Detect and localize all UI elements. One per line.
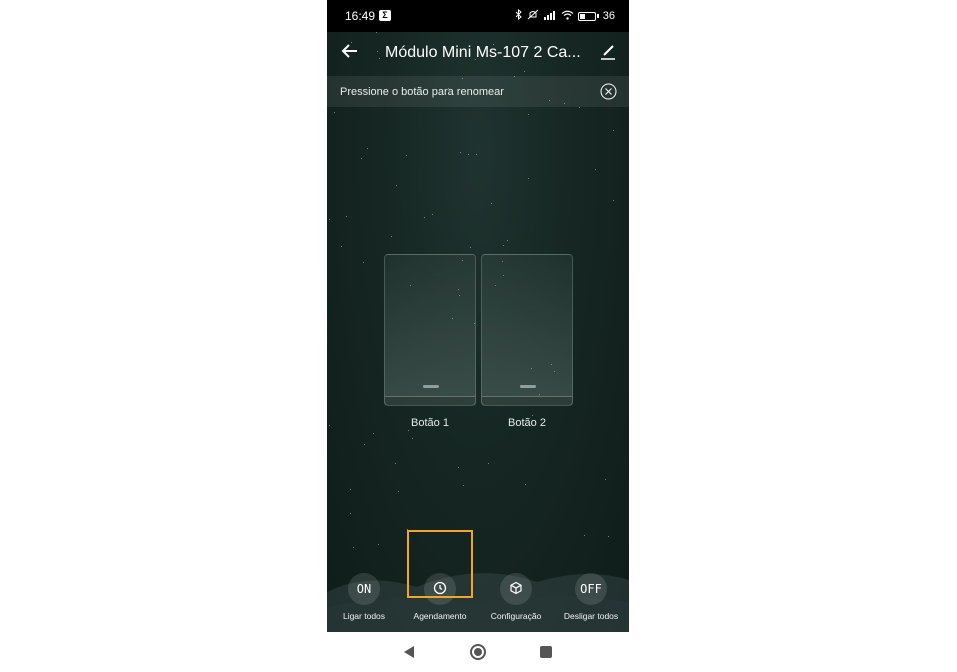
star bbox=[476, 154, 477, 155]
app-notification-icon: Σ bbox=[379, 10, 391, 21]
star bbox=[329, 425, 330, 426]
star bbox=[378, 544, 379, 545]
battery-percent: 36 bbox=[602, 10, 615, 22]
star bbox=[408, 430, 409, 431]
star bbox=[364, 444, 365, 445]
star bbox=[468, 154, 469, 155]
star bbox=[334, 112, 335, 113]
action-bar: ON Ligar todos Agendamento Configuração … bbox=[327, 565, 629, 631]
star bbox=[373, 433, 374, 434]
bluetooth-icon bbox=[515, 8, 523, 23]
status-time: 16:49 bbox=[345, 9, 376, 23]
cube-icon bbox=[500, 573, 532, 605]
star bbox=[406, 155, 407, 156]
star bbox=[341, 246, 342, 247]
switch-button-1[interactable] bbox=[384, 254, 476, 406]
on-icon: ON bbox=[348, 573, 380, 605]
star bbox=[398, 491, 399, 492]
switch-label-2[interactable]: Botão 2 bbox=[481, 417, 573, 429]
star bbox=[507, 240, 508, 241]
nav-back-icon[interactable] bbox=[404, 646, 414, 658]
star bbox=[424, 217, 425, 218]
signal-icon bbox=[543, 10, 557, 23]
star bbox=[579, 107, 580, 108]
star bbox=[463, 485, 464, 486]
turn-all-off-label: Desligar todos bbox=[563, 611, 619, 621]
switch-label-1[interactable]: Botão 1 bbox=[384, 417, 476, 429]
arrow-left-icon[interactable] bbox=[341, 42, 359, 62]
star bbox=[528, 114, 529, 115]
star bbox=[488, 463, 489, 464]
star bbox=[361, 158, 362, 159]
schedule-label: Agendamento bbox=[413, 611, 467, 621]
star bbox=[412, 438, 413, 439]
star bbox=[329, 219, 330, 220]
star bbox=[458, 467, 459, 468]
device-panel: Módulo Mini Ms-107 2 Ca... Pressione o b… bbox=[327, 32, 629, 632]
close-circle-icon[interactable] bbox=[600, 83, 617, 100]
battery-icon bbox=[577, 11, 596, 21]
star bbox=[613, 130, 614, 131]
star bbox=[395, 463, 396, 464]
star bbox=[346, 216, 347, 217]
nav-home-icon[interactable] bbox=[470, 644, 486, 660]
star bbox=[595, 169, 596, 170]
star bbox=[367, 148, 368, 149]
mute-icon bbox=[527, 9, 539, 23]
settings-label: Configuração bbox=[490, 611, 542, 621]
star bbox=[391, 236, 392, 237]
switch-button-2[interactable] bbox=[481, 254, 573, 406]
star bbox=[608, 536, 609, 537]
star bbox=[613, 200, 614, 201]
star bbox=[350, 513, 351, 514]
settings-button[interactable]: Configuração bbox=[480, 565, 552, 631]
switch-panel bbox=[384, 254, 573, 408]
star bbox=[584, 535, 585, 536]
switch-indicator bbox=[520, 385, 536, 388]
wifi-icon bbox=[561, 10, 574, 23]
phone-screen: 16:49 Σ 36 Módulo Mini Ms-107 2 Ca... Pr… bbox=[327, 0, 629, 672]
star bbox=[532, 415, 533, 416]
schedule-highlight-box bbox=[407, 530, 473, 598]
turn-all-on-button[interactable]: ON Ligar todos bbox=[328, 565, 400, 631]
star bbox=[460, 152, 461, 153]
star bbox=[432, 214, 433, 215]
switch-indicator bbox=[423, 385, 439, 388]
status-icons: 36 bbox=[515, 8, 615, 23]
rename-hint-text: Pressione o botão para renomear bbox=[340, 86, 504, 98]
star bbox=[350, 489, 351, 490]
app-header: Módulo Mini Ms-107 2 Ca... bbox=[327, 32, 629, 74]
star bbox=[363, 262, 364, 263]
nav-recents-icon[interactable] bbox=[540, 646, 552, 658]
star bbox=[470, 247, 471, 248]
off-icon: OFF bbox=[575, 573, 607, 605]
turn-all-on-label: Ligar todos bbox=[342, 611, 386, 621]
star bbox=[525, 484, 526, 485]
star bbox=[605, 479, 606, 480]
rename-hint-banner: Pressione o botão para renomear bbox=[327, 76, 629, 107]
status-bar: 16:49 Σ 36 bbox=[327, 0, 629, 32]
star bbox=[503, 245, 504, 246]
star bbox=[528, 178, 529, 179]
pencil-icon[interactable] bbox=[599, 43, 617, 61]
android-nav-bar bbox=[327, 632, 629, 672]
page-title: Módulo Mini Ms-107 2 Ca... bbox=[385, 44, 581, 61]
turn-all-off-button[interactable]: OFF Desligar todos bbox=[555, 565, 627, 631]
star bbox=[396, 185, 397, 186]
star bbox=[491, 203, 492, 204]
star bbox=[353, 547, 354, 548]
